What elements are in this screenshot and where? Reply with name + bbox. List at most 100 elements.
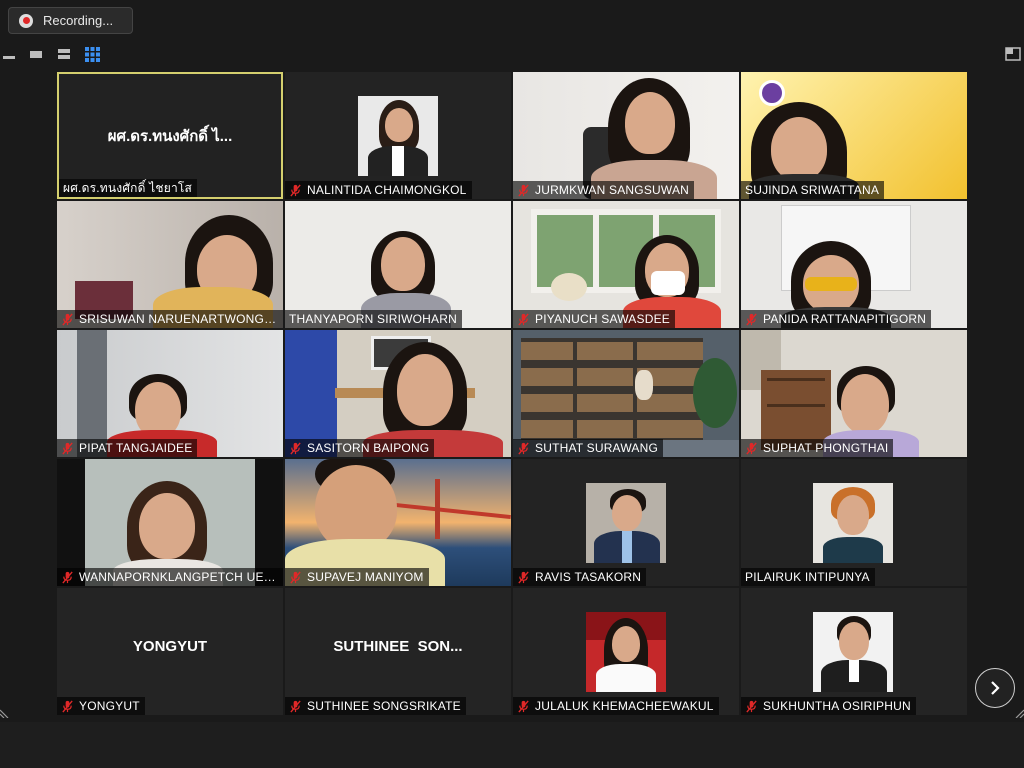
participant-video: [57, 459, 283, 586]
participant-name: WANNAPORNKLANGPETCH UEN...: [79, 570, 278, 584]
mic-muted-icon: [62, 699, 73, 713]
participant-name-bar: RAVIS TASAKORN: [513, 568, 647, 586]
participant-name: NALINTIDA CHAIMONGKOL: [307, 183, 467, 197]
participant-center-name: ผศ.ดร.ทนงศักดิ์ ไ...: [107, 128, 233, 145]
mic-muted-icon: [746, 312, 757, 326]
participant-tile[interactable]: YONGYUT YONGYUT: [57, 588, 283, 715]
resize-corner-icon[interactable]: [1012, 706, 1024, 718]
participant-name: JURMKWAN SANGSUWAN: [535, 183, 690, 197]
participant-video: [513, 330, 739, 457]
view-controls: [0, 44, 1024, 66]
participant-name-bar: JULALUK KHEMACHEEWAKUL: [513, 697, 719, 715]
participant-name-bar: SUPHAT PHONGTHAI: [741, 439, 894, 457]
participant-name-bar: SUTHINEE SONGSRIKATE: [285, 697, 466, 715]
participant-name: RAVIS TASAKORN: [535, 570, 642, 584]
participant-photo: [741, 588, 967, 715]
participant-name: SUTHINEE SONGSRIKATE: [307, 699, 461, 713]
participant-tile[interactable]: ผศ.ดร.ทนงศักดิ์ ไ... ผศ.ดร.ทนงศักดิ์ ไชย…: [57, 72, 283, 199]
participant-photo: [741, 459, 967, 586]
participant-name-bar: SUPAVEJ MANIYOM: [285, 568, 429, 586]
gallery-grid: ผศ.ดร.ทนงศักดิ์ ไ... ผศ.ดร.ทนงศักดิ์ ไชย…: [57, 72, 967, 716]
participant-name-bar: PILAIRUK INTIPUNYA: [741, 568, 875, 586]
participant-name: SUPAVEJ MANIYOM: [307, 570, 424, 584]
participant-name: SUTHAT SURAWANG: [535, 441, 659, 455]
participant-name: SUPHAT PHONGTHAI: [763, 441, 889, 455]
participant-video: [57, 330, 283, 457]
participant-name-bar: SUKHUNTHA OSIRIPHUN: [741, 697, 916, 715]
mic-muted-icon: [746, 441, 757, 455]
next-page-button[interactable]: [975, 668, 1015, 708]
participant-video: [513, 72, 739, 199]
participant-tile[interactable]: SUKHUNTHA OSIRIPHUN: [741, 588, 967, 715]
participant-name-bar: SRISUWAN NARUENARTWONGS...: [57, 310, 283, 328]
top-bar: Recording...: [0, 0, 1024, 40]
mic-muted-icon: [518, 699, 529, 713]
participant-name-bar: SUJINDA SRIWATTANA: [741, 181, 885, 199]
participant-tile[interactable]: SUJINDA SRIWATTANA: [741, 72, 967, 199]
participant-video: [741, 72, 967, 199]
participant-tile[interactable]: SUPAVEJ MANIYOM: [285, 459, 511, 586]
participant-name-bar: SASITORN BAIPONG: [285, 439, 435, 457]
participant-tile[interactable]: NALINTIDA CHAIMONGKOL: [285, 72, 511, 199]
mic-muted-icon: [62, 312, 73, 326]
mic-muted-icon: [290, 699, 301, 713]
recording-label: Recording...: [43, 13, 114, 28]
bottom-bar: [0, 722, 1024, 768]
participant-name-bar: ผศ.ดร.ทนงศักดิ์ ไชยาโส: [59, 179, 198, 197]
participant-name: SUKHUNTHA OSIRIPHUN: [763, 699, 911, 713]
participant-tile[interactable]: SRISUWAN NARUENARTWONGS...: [57, 201, 283, 328]
participant-video: [57, 201, 283, 328]
participant-name-bar: YONGYUT: [57, 697, 145, 715]
participant-video: [741, 201, 967, 328]
resize-corner-icon[interactable]: [0, 706, 12, 718]
participant-tile[interactable]: SASITORN BAIPONG: [285, 330, 511, 457]
participant-tile[interactable]: WANNAPORNKLANGPETCH UEN...: [57, 459, 283, 586]
participant-tile[interactable]: JULALUK KHEMACHEEWAKUL: [513, 588, 739, 715]
participant-video: [285, 330, 511, 457]
participant-name: SASITORN BAIPONG: [307, 441, 430, 455]
participant-tile[interactable]: SUTHINEE SON... SUTHINEE SONGSRIKATE: [285, 588, 511, 715]
participant-name: YONGYUT: [79, 699, 140, 713]
participant-tile[interactable]: PILAIRUK INTIPUNYA: [741, 459, 967, 586]
participant-name-bar: WANNAPORNKLANGPETCH UEN...: [57, 568, 283, 586]
gallery-view-icon[interactable]: [84, 44, 100, 64]
participant-tile[interactable]: RAVIS TASAKORN: [513, 459, 739, 586]
participant-center-name: SUTHINEE SON...: [333, 638, 463, 655]
participant-name: PIYANUCH SAWASDEE: [535, 312, 670, 326]
mic-muted-icon: [290, 570, 301, 584]
strip-view-icon[interactable]: [57, 44, 71, 64]
participant-tile[interactable]: SUPHAT PHONGTHAI: [741, 330, 967, 457]
participant-tile[interactable]: JURMKWAN SANGSUWAN: [513, 72, 739, 199]
participant-name-bar: NALINTIDA CHAIMONGKOL: [285, 181, 472, 199]
recording-indicator[interactable]: Recording...: [8, 7, 133, 34]
participant-name: JULALUK KHEMACHEEWAKUL: [535, 699, 714, 713]
participant-tile[interactable]: SUTHAT SURAWANG: [513, 330, 739, 457]
participant-name: THANYAPORN SIRIWOHARN: [289, 312, 457, 326]
mic-muted-icon: [518, 183, 529, 197]
participant-name: SRISUWAN NARUENARTWONGS...: [79, 312, 278, 326]
participant-video: [741, 330, 967, 457]
participant-name-bar: PIPAT TANGJAIDEE: [57, 439, 198, 457]
participant-name: ผศ.ดร.ทนงศักดิ์ ไชยาโส: [63, 180, 193, 195]
participant-photo: [285, 72, 511, 199]
participant-tile[interactable]: PIPAT TANGJAIDEE: [57, 330, 283, 457]
participant-tile[interactable]: THANYAPORN SIRIWOHARN: [285, 201, 511, 328]
participant-photo: [513, 588, 739, 715]
mic-muted-icon: [518, 441, 529, 455]
participant-video: [285, 201, 511, 328]
mic-muted-icon: [290, 183, 301, 197]
participant-tile[interactable]: PANIDA RATTANAPITIGORN: [741, 201, 967, 328]
participant-video: [285, 459, 511, 586]
minimize-icon[interactable]: [2, 44, 16, 64]
mic-muted-icon: [62, 441, 73, 455]
mic-muted-icon: [518, 570, 529, 584]
participant-name-bar: JURMKWAN SANGSUWAN: [513, 181, 695, 199]
participant-name: PANIDA RATTANAPITIGORN: [763, 312, 927, 326]
participant-tile[interactable]: PIYANUCH SAWASDEE: [513, 201, 739, 328]
participant-name-bar: SUTHAT SURAWANG: [513, 439, 664, 457]
fullscreen-icon[interactable]: [1005, 44, 1021, 64]
speaker-view-icon[interactable]: [29, 44, 43, 64]
participant-name: SUJINDA SRIWATTANA: [745, 183, 880, 197]
participant-name: PIPAT TANGJAIDEE: [79, 441, 193, 455]
mic-muted-icon: [518, 312, 529, 326]
